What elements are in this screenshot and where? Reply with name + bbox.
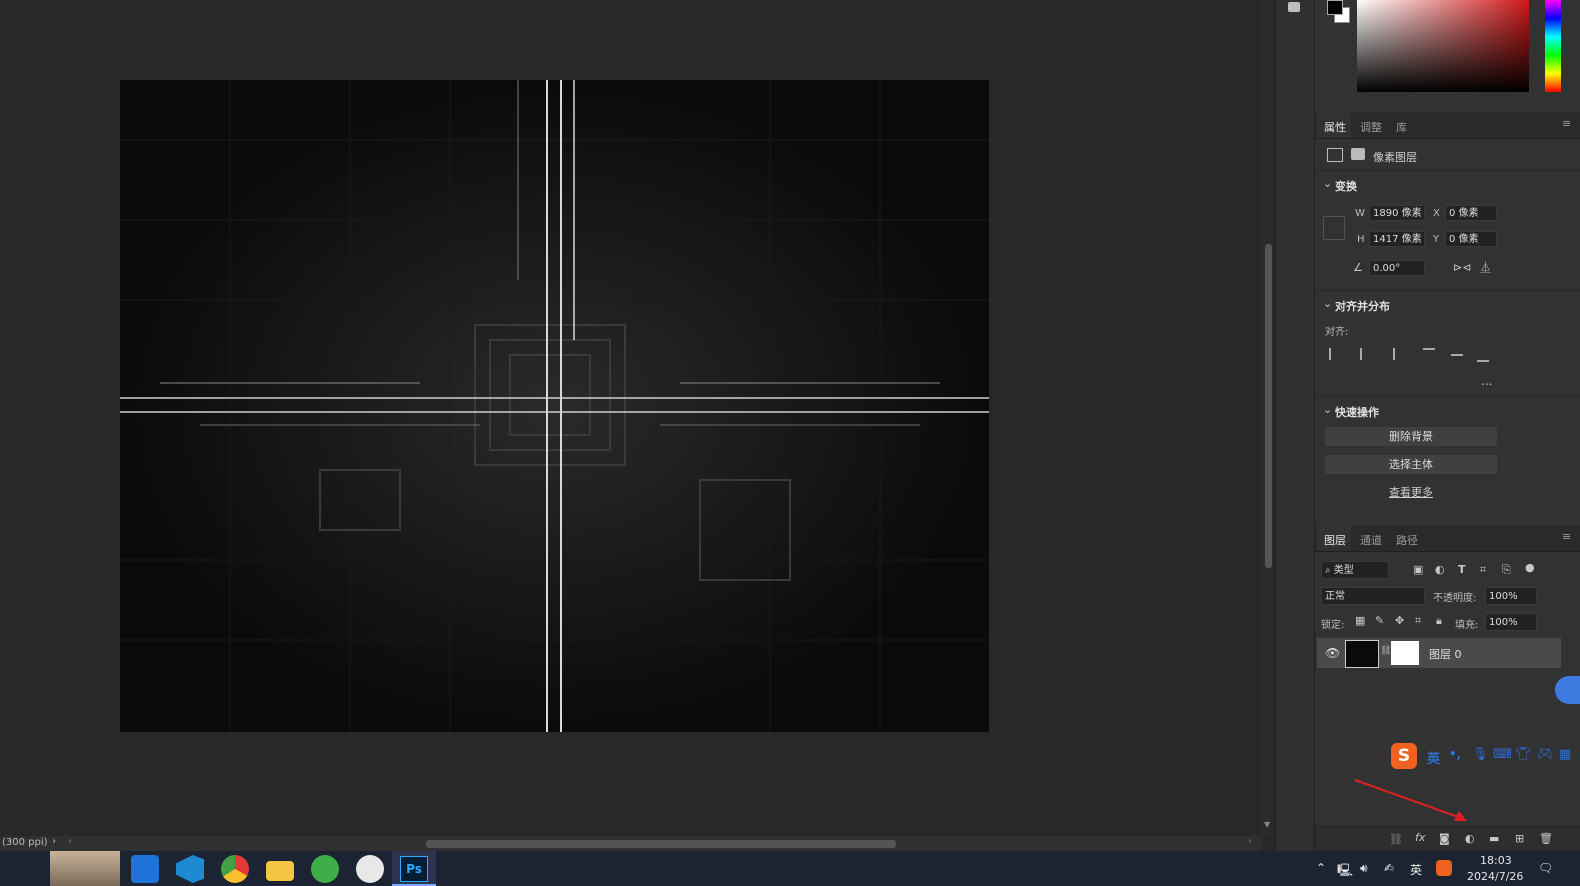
right-panel: 属性 调整 库 ≡ 像素图层 ⌄ 变换 W 1890 像素 X 0 像素 H 1… [1314,0,1580,852]
scroll-left-icon[interactable]: ‹ [68,836,72,847]
horizontal-scroll-thumb[interactable] [426,840,896,848]
notification-icon[interactable]: 🗨︎ [1538,861,1553,875]
panda-app-icon[interactable] [356,855,384,883]
layers-footer: ⛓︎ fx ◙ ◐ ▬ ⊞ 🗑︎ [1315,826,1580,852]
file-explorer-icon[interactable] [266,861,294,881]
canvas-image [120,80,989,732]
pinned-game-app-icon[interactable] [50,851,120,886]
add-mask-icon[interactable]: ◙ [1439,833,1450,845]
fx-icon[interactable]: fx [1415,832,1425,844]
network-icon[interactable]: 🖳︎ [1337,861,1353,882]
new-layer-icon[interactable]: ⊞ [1515,833,1524,845]
document-canvas[interactable] [120,80,989,732]
status-menu-chevron-icon[interactable]: › [52,836,56,847]
windows-taskbar: Ps ⌃ 🖳︎ 🔊︎ ✍︎ 英 18:03 2024/7/26 🗨︎ [0,851,1580,886]
pen-icon[interactable]: ✍︎ [1384,861,1394,875]
chrome-icon[interactable] [221,855,249,883]
status-bar: (300 ppi) › ‹ › [0,836,1262,851]
adjustment-layer-icon[interactable]: ◐ [1465,833,1475,845]
link-layers-icon[interactable]: ⛓︎ [1389,834,1403,846]
input-language-indicator[interactable]: 英 [1410,861,1422,878]
vertical-scroll-thumb[interactable] [1265,244,1272,568]
document-workspace[interactable] [0,0,1262,836]
chevron-up-icon[interactable]: ⌃ [1316,861,1326,875]
sogou-tray-icon[interactable] [1436,860,1452,876]
annotation-arrow [1354,779,1467,821]
clock-time[interactable]: 18:03 [1480,854,1512,867]
clock-date[interactable]: 2024/7/26 [1467,870,1523,883]
vertical-scrollbar[interactable]: ▼ [1262,0,1275,836]
panel-icon-column [1275,0,1314,851]
new-group-icon[interactable]: ▬ [1489,833,1499,845]
photoshop-icon: Ps [400,856,428,882]
zoom-readout: (300 ppi) [2,837,48,848]
green-leaf-app-icon[interactable] [311,855,339,883]
photoshop-taskbar-button[interactable]: Ps [392,851,436,886]
comments-icon[interactable] [1288,2,1300,12]
volume-icon[interactable]: 🔊︎ [1360,861,1368,876]
work-app-icon[interactable] [131,855,159,883]
scroll-down-icon[interactable]: ▼ [1264,820,1270,829]
vscode-icon[interactable] [176,855,204,883]
scroll-right-icon[interactable]: › [1248,836,1252,847]
delete-layer-icon[interactable]: 🗑︎ [1539,833,1553,845]
